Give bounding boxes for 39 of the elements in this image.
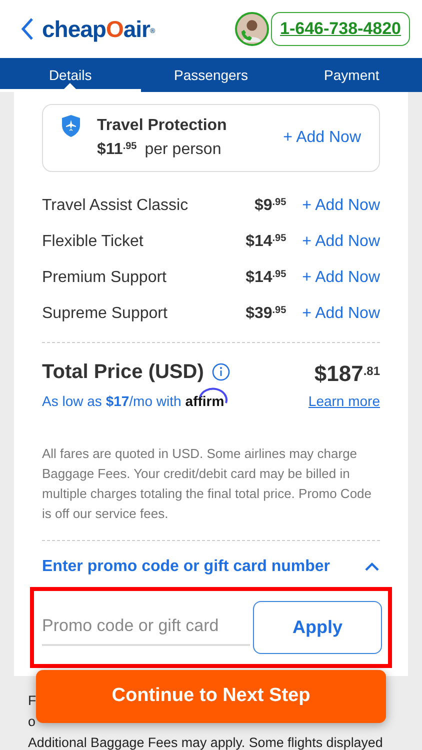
addon-price: $39$^{.95}$	[246, 304, 286, 324]
apply-button[interactable]: Apply	[253, 601, 382, 654]
financing-text: As low as $17/mo with	[42, 392, 182, 411]
back-icon[interactable]	[20, 17, 34, 41]
footer-link[interactable]: o	[28, 714, 36, 729]
chevron-icon[interactable]	[364, 561, 380, 573]
baggage-fees-link[interactable]: Baggage Fees	[90, 735, 178, 750]
phone-number[interactable]: 1-646-738-4820	[271, 12, 410, 46]
price-unit: per person	[144, 140, 222, 160]
logo[interactable]: cheapOair$^{®}$	[42, 12, 155, 46]
learn-more-link[interactable]: Learn more	[308, 393, 380, 409]
footer-text: Additional Baggage Fees may apply. Some flights displayed	[28, 734, 383, 750]
agent-avatar-icon	[235, 12, 270, 46]
disclaimer-text: All fares are quoted in USD. Some airlines may charge Baggage Fees. Your credit/debit card may be billed in multiple charges totaling the final total price. Promo Code is off our service fees.	[42, 445, 373, 523]
add-now-link[interactable]: + Add Now	[302, 194, 380, 218]
addon-price: $14$^{.95}$	[246, 232, 286, 252]
baggage-fees-link[interactable]: Baggage Fees	[42, 466, 127, 481]
add-now-link[interactable]: + Add Now	[302, 266, 380, 290]
promo-code-field[interactable]: Promo code or gift card	[42, 608, 250, 646]
protection-title: Travel Protection	[97, 116, 227, 136]
addon-name: Premium Support	[42, 268, 168, 288]
addon-price: $9$^{.95}$	[254, 196, 286, 216]
addon-price: $14$^{.95}$	[246, 268, 286, 288]
total-price-label: Total Price (USD)	[42, 360, 204, 385]
addon-name: Travel Assist Classic	[42, 196, 190, 216]
tab[interactable]: Passengers	[140, 58, 282, 92]
add-now-link[interactable]: + Add Now	[283, 126, 361, 150]
add-now-link[interactable]: + Add Now	[302, 302, 380, 326]
info-icon[interactable]	[212, 363, 230, 381]
shield-plane-icon	[61, 114, 81, 138]
total-price: $187$^{.81}$	[313, 360, 380, 388]
addon-name: Flexible Ticket	[42, 232, 144, 252]
tab[interactable]: Payment	[281, 58, 422, 92]
footer-text: F	[28, 692, 36, 710]
promo-toggle[interactable]: Enter promo code or gift card number	[42, 555, 330, 579]
add-now-link[interactable]: + Add Now	[302, 230, 380, 254]
addon-name: Supreme Support	[42, 304, 168, 324]
continue-button[interactable]: Continue to Next Step	[36, 670, 386, 723]
protection-price: $11$^{.95}$	[97, 140, 137, 160]
